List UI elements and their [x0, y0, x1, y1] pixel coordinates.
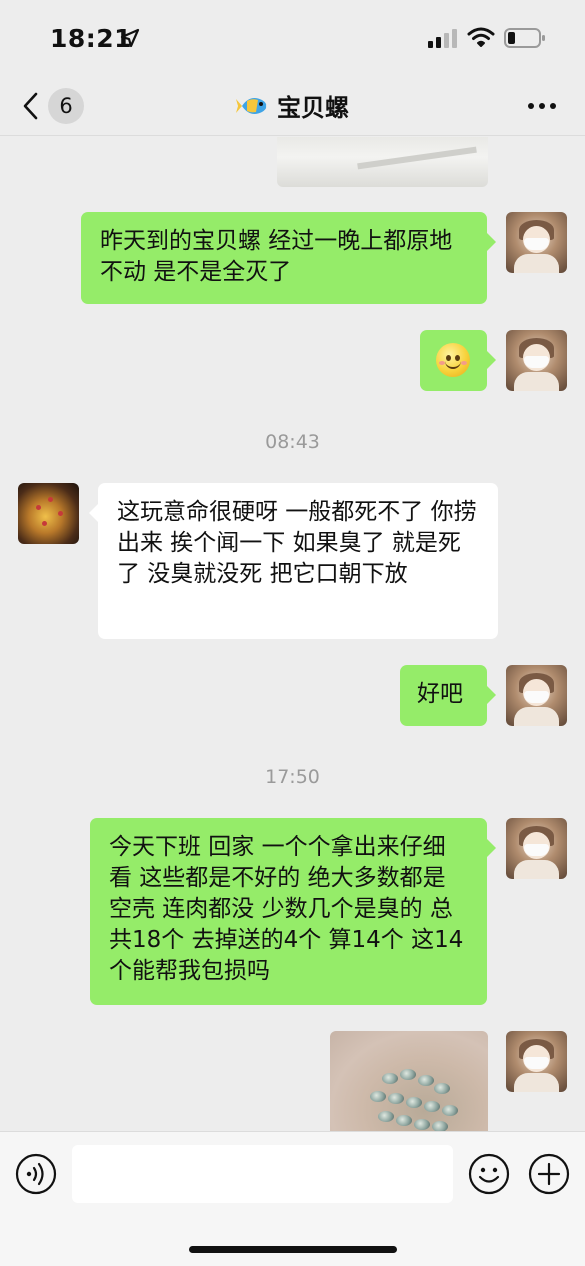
message-text: 今天下班 回家 一个个拿出来仔细看 这些都是不好的 绝大多数都是空壳 连肉都没 … — [109, 834, 464, 984]
message-text: 好吧 — [417, 681, 463, 707]
tropical-fish-icon — [235, 97, 267, 114]
avatar-contact[interactable] — [18, 483, 79, 544]
smiling-emoji-icon — [436, 343, 470, 377]
page-title: 宝贝螺 — [277, 94, 350, 122]
chat-header: 6 宝贝螺 — [0, 78, 585, 136]
message-bubble-sent[interactable]: 今天下班 回家 一个个拿出来仔细看 这些都是不好的 绝大多数都是空壳 连肉都没 … — [90, 818, 487, 1005]
signal-icon — [428, 29, 457, 48]
message-text: 这玩意命很硬呀 一般都死不了 你捞出来 挨个闻一下 如果臭了 就是死了 没臭就没… — [117, 499, 477, 587]
chat-title: 宝贝螺 — [0, 88, 585, 123]
message-bubble-sent[interactable]: 昨天到的宝贝螺 经过一晚上都原地不动 是不是全灭了 — [81, 212, 487, 304]
location-arrow-icon — [120, 28, 140, 48]
message-text: 昨天到的宝贝螺 经过一晚上都原地不动 是不是全灭了 — [100, 228, 453, 285]
more-options-button[interactable] — [526, 96, 558, 116]
smiley-icon[interactable] — [468, 1153, 510, 1195]
avatar-me[interactable] — [506, 212, 567, 273]
status-bar: 18:21 — [0, 0, 585, 78]
home-indicator[interactable] — [189, 1246, 397, 1253]
message-list[interactable]: 昨天到的宝贝螺 经过一晚上都原地不动 是不是全灭了 08:43 这玩意命很硬呀 … — [0, 137, 585, 1131]
plus-icon[interactable] — [528, 1153, 570, 1195]
message-bubble-sent-emoji[interactable] — [420, 330, 487, 391]
wifi-icon — [467, 27, 495, 47]
message-timestamp: 17:50 — [265, 766, 320, 788]
message-bubble-received[interactable]: 这玩意命很硬呀 一般都死不了 你捞出来 挨个闻一下 如果臭了 就是死了 没臭就没… — [98, 483, 498, 639]
avatar-me[interactable] — [506, 330, 567, 391]
ellipsis-icon — [528, 103, 534, 109]
image-message[interactable] — [330, 1031, 488, 1131]
battery-icon — [504, 28, 545, 48]
message-timestamp: 08:43 — [265, 431, 320, 453]
message-input[interactable] — [72, 1145, 453, 1203]
voice-icon[interactable] — [15, 1153, 57, 1195]
image-message[interactable] — [277, 137, 488, 187]
avatar-me[interactable] — [506, 665, 567, 726]
avatar-me[interactable] — [506, 1031, 567, 1092]
avatar-me[interactable] — [506, 818, 567, 879]
input-bar — [0, 1131, 585, 1266]
message-bubble-sent[interactable]: 好吧 — [400, 665, 487, 726]
